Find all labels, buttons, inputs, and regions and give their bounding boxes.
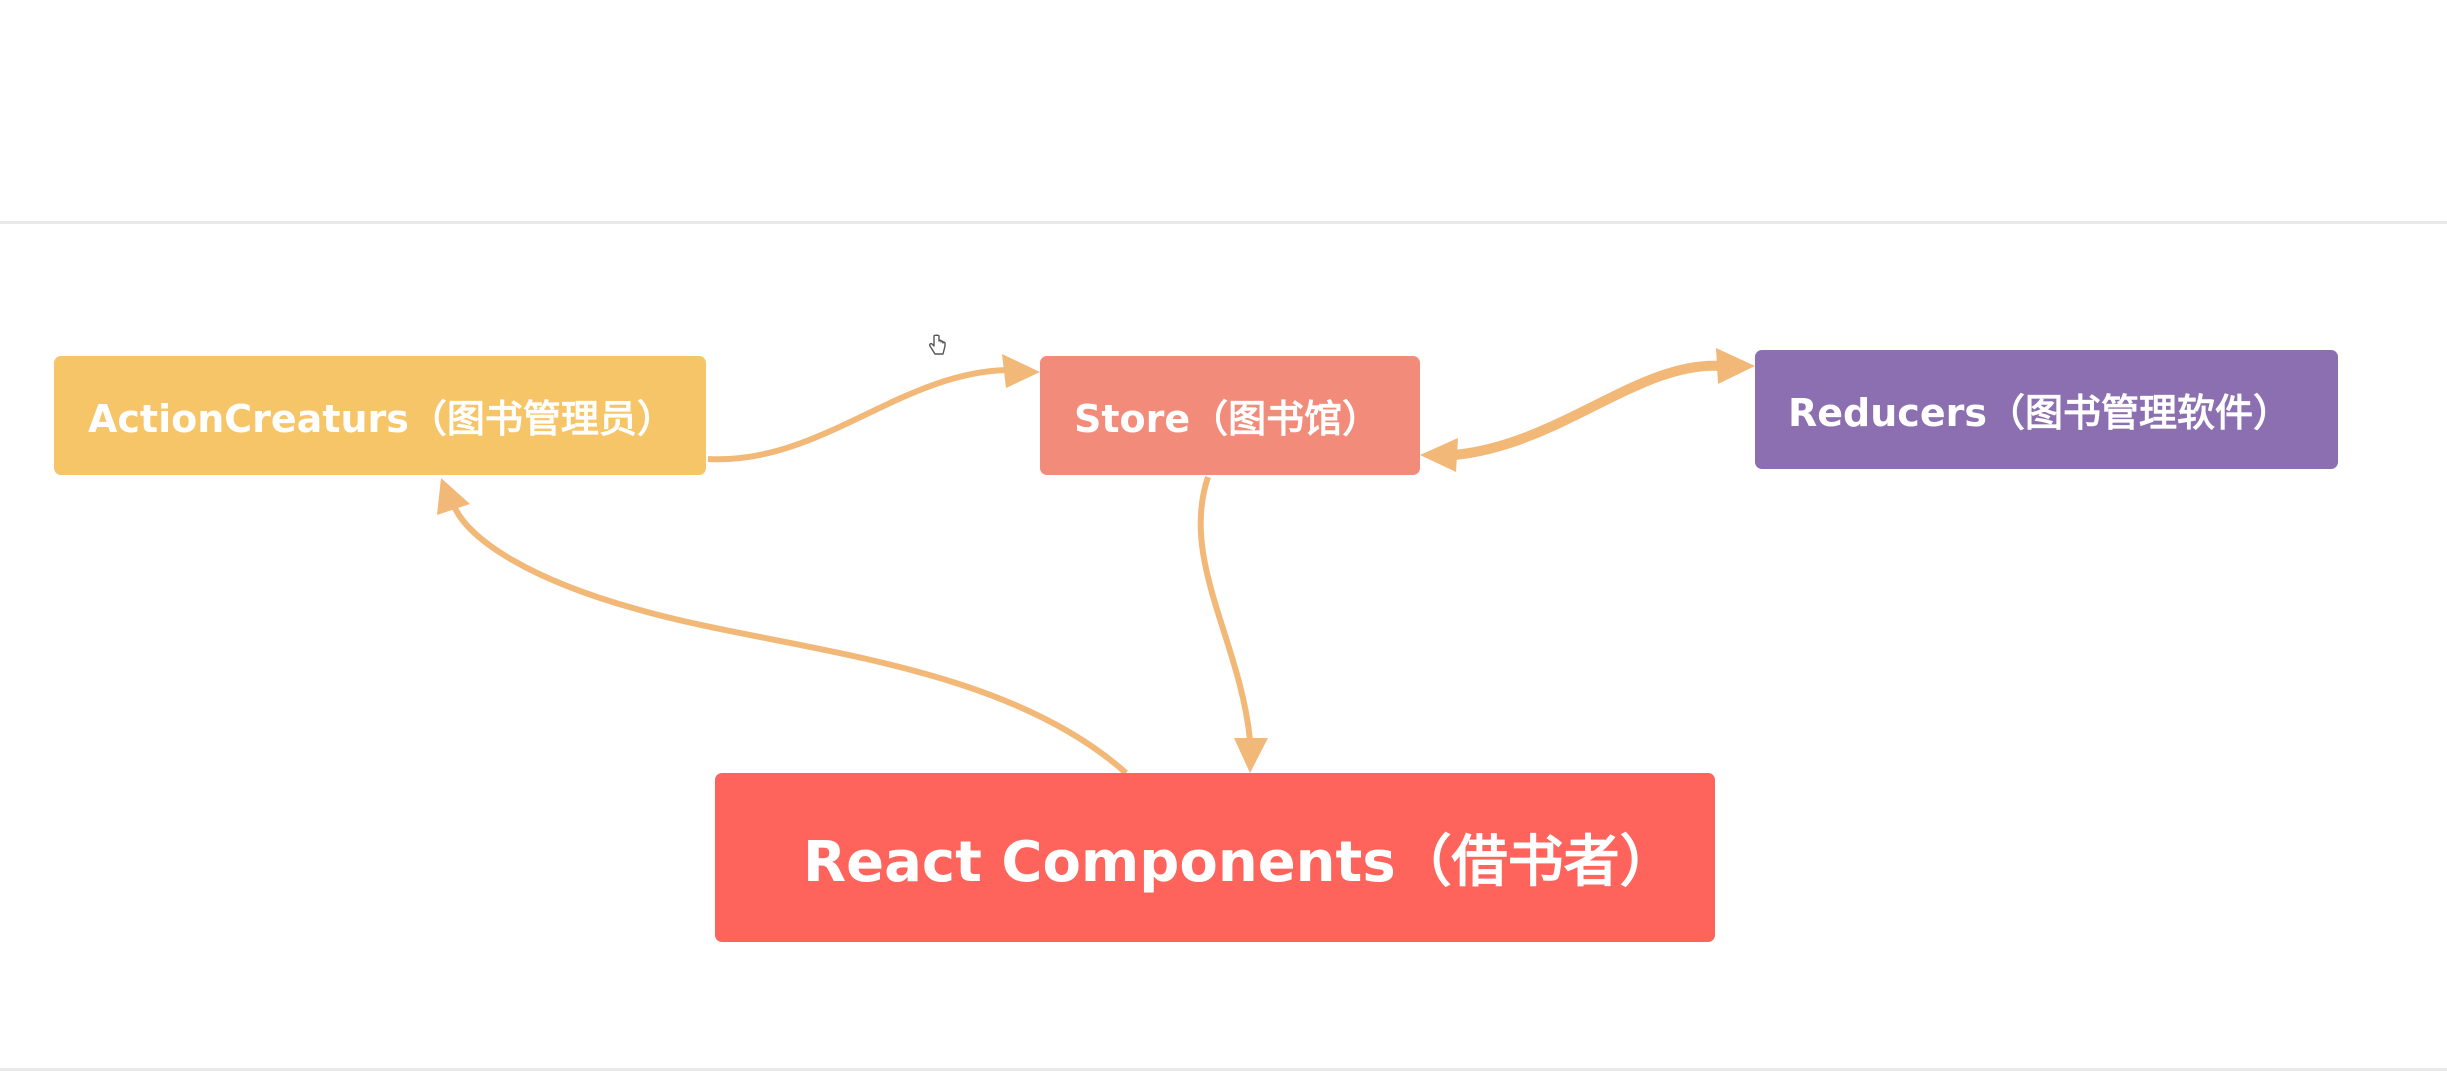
reducers-node: Reducers（图书管理软件）	[1755, 350, 2338, 469]
arrowhead-action-bottom	[437, 478, 470, 515]
react-components-node: React Components（借书者）	[715, 773, 1715, 942]
arrowhead-store-right	[1420, 438, 1458, 472]
edge-store-to-react	[1197, 476, 1253, 741]
diagram-canvas: ActionCreaturs（图书管理员） Store（图书馆） Reducer…	[0, 0, 2447, 1088]
reducers-label: Reducers（图书管理软件）	[1788, 391, 2291, 435]
action-creators-label: ActionCreaturs（图书管理员）	[88, 397, 675, 441]
arrowhead-reducers-left	[1716, 348, 1755, 384]
store-label: Store（图书馆）	[1074, 397, 1381, 441]
store-node: Store（图书馆）	[1040, 356, 1420, 475]
arrowhead-store-left	[1002, 354, 1040, 388]
edge-react-to-action	[452, 506, 1129, 776]
arrowhead-react-top	[1234, 738, 1268, 773]
edge-action-to-store	[707, 367, 1009, 463]
action-creators-node: ActionCreaturs（图书管理员）	[54, 356, 706, 475]
hand-pointer-icon	[929, 334, 946, 355]
edge-store-reducers	[1453, 360, 1723, 460]
react-components-label: React Components（借书者）	[803, 830, 1676, 895]
bottom-divider	[0, 1068, 2447, 1071]
